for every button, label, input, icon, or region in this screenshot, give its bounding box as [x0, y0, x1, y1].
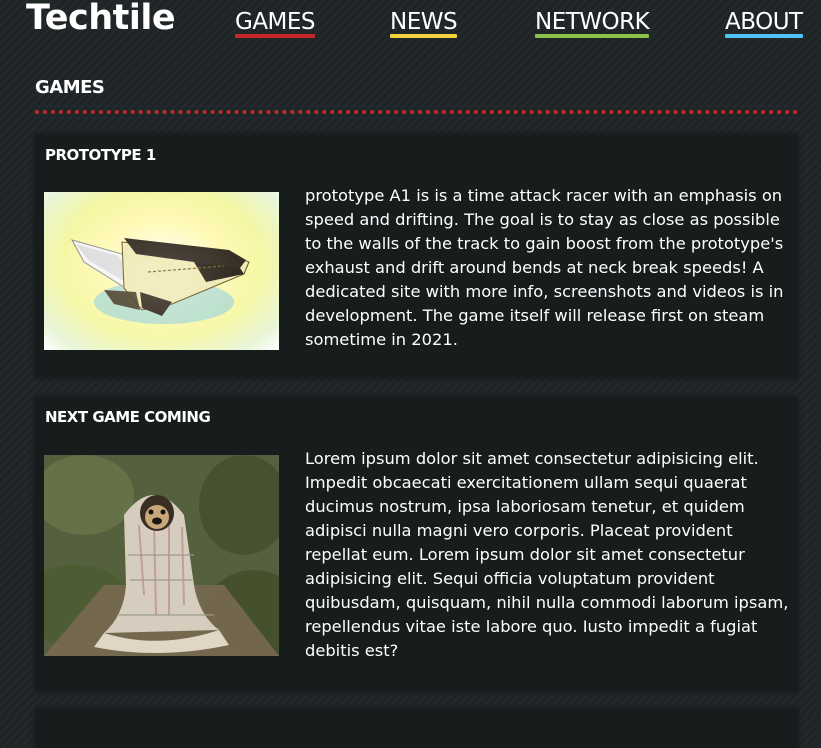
card-title: NEXT GAME COMING — [45, 408, 211, 426]
card-description: prototype A1 is is a time attack racer w… — [305, 186, 784, 349]
pug-photo-icon — [44, 455, 279, 656]
pug-photo-image[interactable] — [44, 455, 279, 656]
nav-about-link[interactable]: ABOUT — [725, 9, 803, 39]
game-card: NEXT GAME COMING Lorem ipsum dolor sit a… — [35, 396, 798, 692]
nav-games-link[interactable]: GAMES — [235, 9, 316, 39]
nav-network-link[interactable]: NETWORK — [535, 9, 650, 39]
section-divider — [35, 110, 798, 114]
game-card: PROTOTYPE 1 prototype A1 is is a time at… — [35, 134, 798, 378]
nav-network-label: NETWORK — [535, 9, 650, 35]
nav-news-label: NEWS — [390, 9, 458, 35]
nav-news-link[interactable]: NEWS — [390, 9, 458, 39]
section-title: GAMES — [35, 77, 105, 98]
nav-games-label: GAMES — [235, 9, 316, 35]
car-render-icon — [44, 192, 279, 350]
prototype-car-image[interactable] — [44, 192, 279, 350]
site-logo[interactable]: Techtile — [26, 0, 176, 38]
card-title: PROTOTYPE 1 — [45, 146, 156, 164]
nav-about-label: ABOUT — [725, 9, 803, 35]
game-card — [35, 708, 798, 748]
card-description: Lorem ipsum dolor sit amet consectetur a… — [305, 449, 789, 660]
site-header: Techtile GAMES NEWS NETWORK ABOUT — [0, 0, 821, 60]
